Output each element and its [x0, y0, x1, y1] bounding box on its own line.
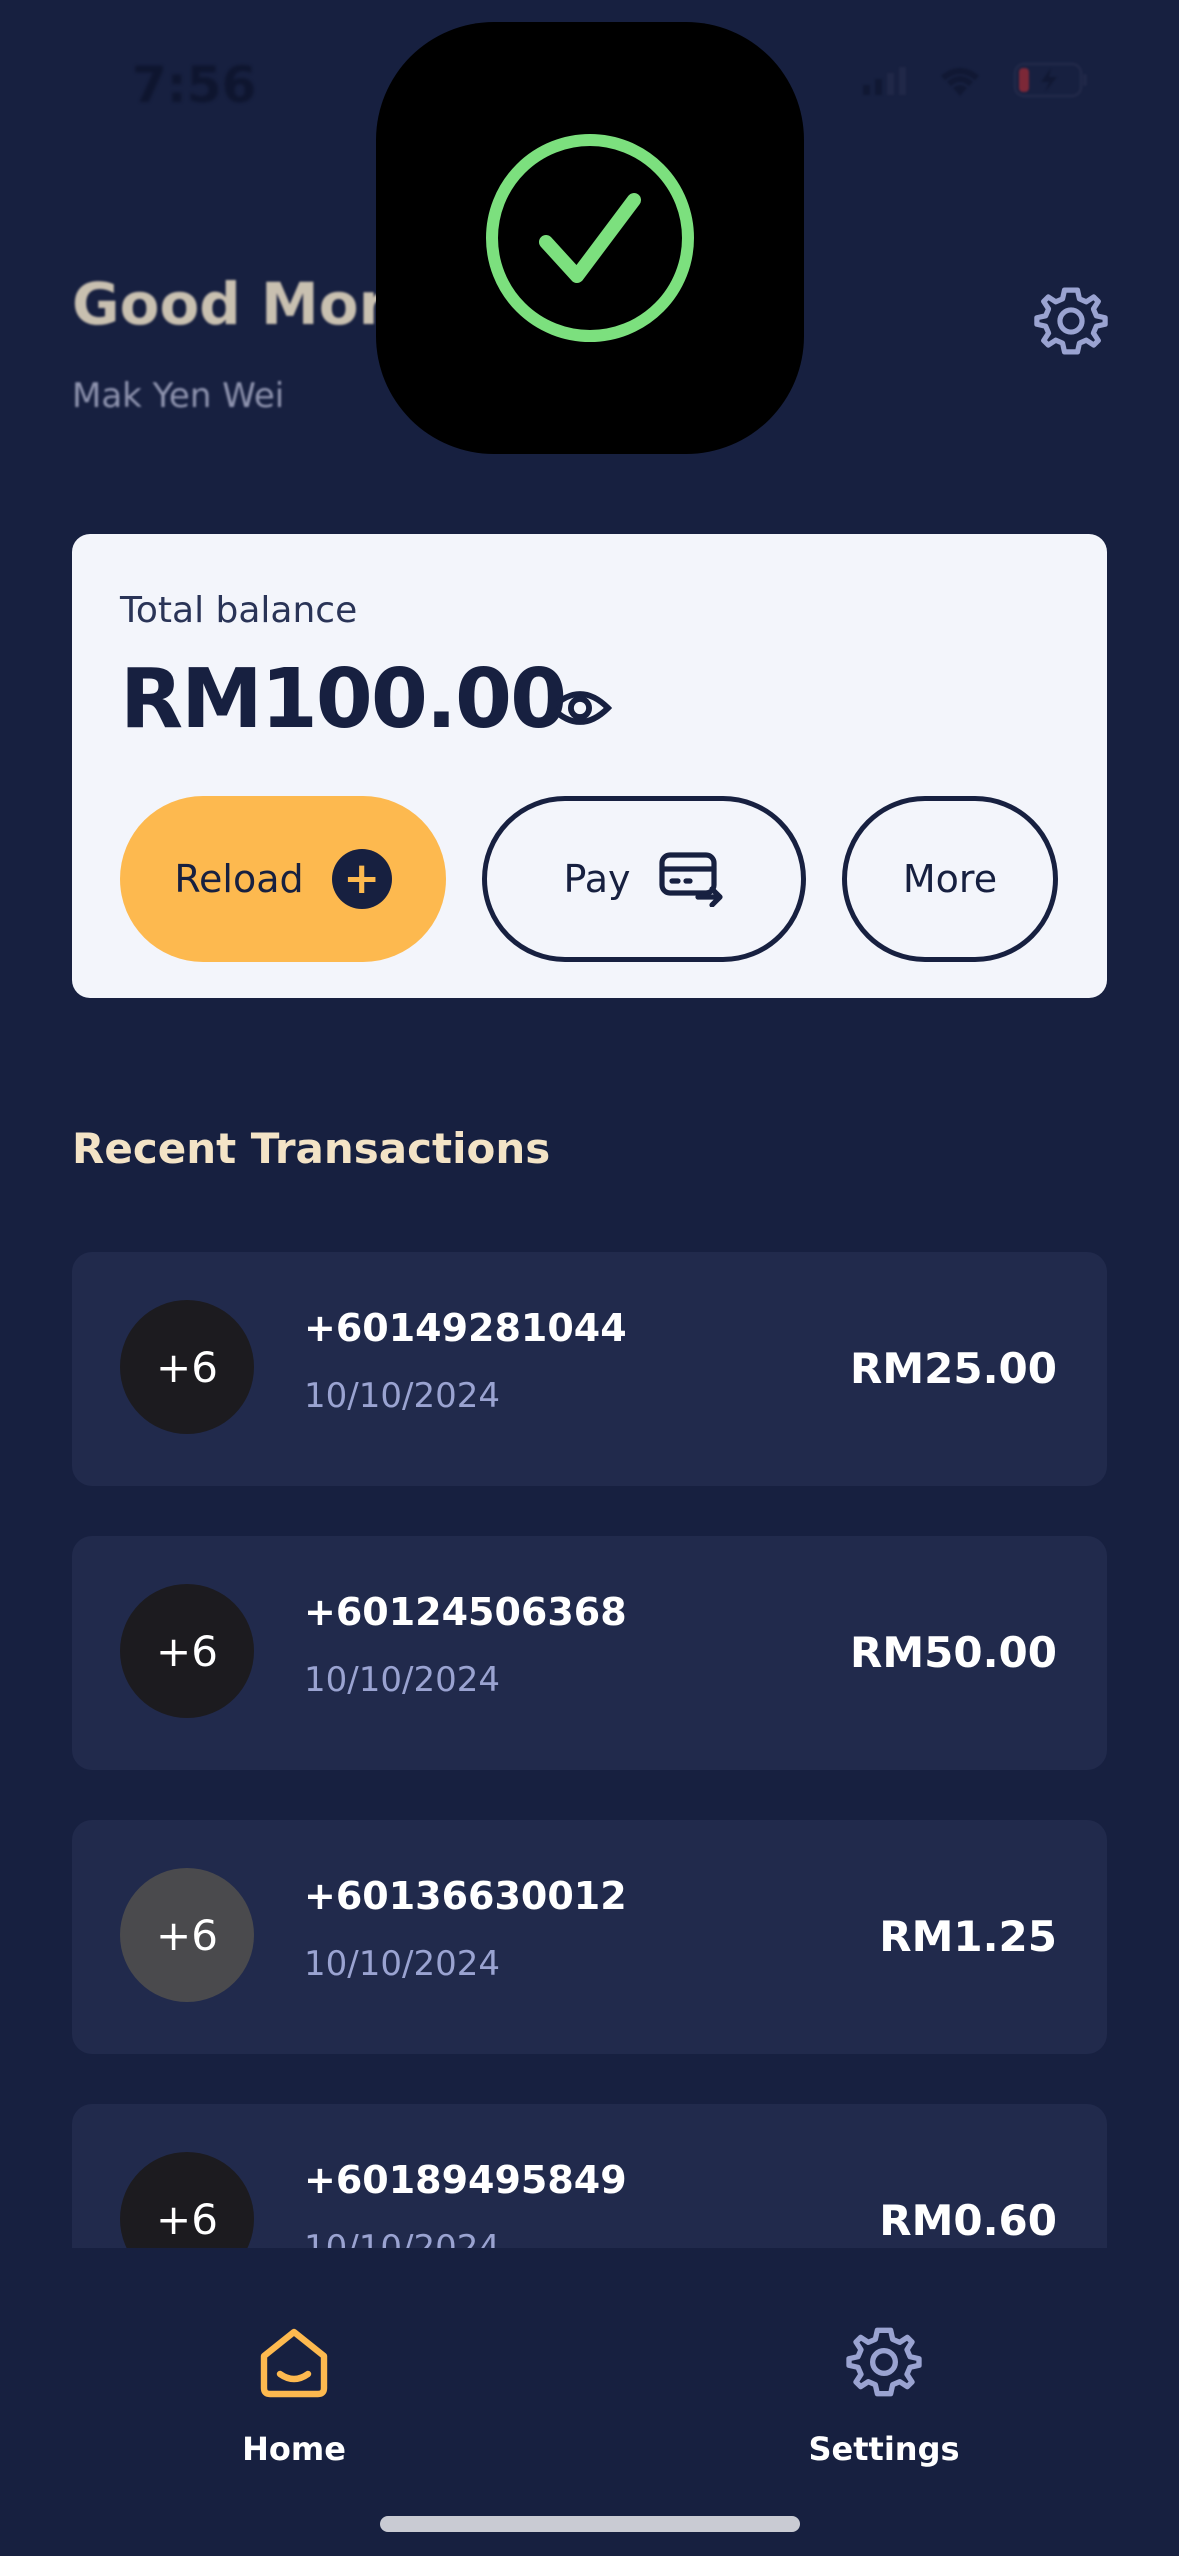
signal-icon — [863, 67, 906, 95]
balance-card: Total balance RM100.00 Reload + Pay More — [72, 534, 1107, 998]
avatar: +6 — [120, 1868, 254, 2002]
transaction-amount: RM50.00 — [850, 1628, 1057, 1677]
transaction-row[interactable]: +6 +60189495849 10/10/2024 RM0.60 — [72, 2104, 1107, 2248]
transaction-date: 10/10/2024 — [304, 1376, 500, 1416]
transaction-date: 10/10/2024 — [304, 1944, 500, 1984]
transaction-phone: +60136630012 — [304, 1874, 627, 1918]
reload-label: Reload — [174, 857, 304, 901]
user-name: Mak Yen Wei — [72, 376, 285, 416]
transaction-phone: +60124506368 — [304, 1590, 627, 1634]
transactions-list[interactable]: +6 +60149281044 10/10/2024 RM25.00 +6 +6… — [0, 1252, 1179, 2248]
transaction-amount: RM0.60 — [879, 2196, 1057, 2245]
balance-amount: RM100.00 — [120, 652, 567, 747]
bottom-nav: Home Settings — [0, 2248, 1179, 2556]
success-toast — [376, 22, 804, 454]
transaction-row[interactable]: +6 +60136630012 10/10/2024 RM1.25 — [72, 1820, 1107, 2054]
transaction-amount: RM1.25 — [879, 1912, 1057, 1961]
status-icons — [863, 62, 1089, 98]
tab-settings-label: Settings — [808, 2430, 960, 2468]
avatar: +6 — [120, 2152, 254, 2248]
pay-label: Pay — [563, 857, 631, 901]
recent-transactions-title: Recent Transactions — [72, 1124, 551, 1173]
tab-home[interactable]: Home — [184, 2322, 404, 2468]
more-button[interactable]: More — [842, 796, 1058, 962]
transaction-phone: +60189495849 — [304, 2158, 627, 2202]
transaction-date: 10/10/2024 — [304, 2228, 500, 2248]
gear-icon[interactable] — [1032, 282, 1110, 360]
more-label: More — [902, 857, 998, 901]
gear-icon — [846, 2327, 922, 2397]
avatar: +6 — [120, 1584, 254, 1718]
status-time: 7:56 — [132, 56, 257, 114]
reload-button[interactable]: Reload + — [120, 796, 446, 962]
eye-icon[interactable] — [548, 676, 612, 740]
checkmark-circle-icon — [486, 134, 694, 342]
tab-settings[interactable]: Settings — [774, 2322, 994, 2468]
home-indicator — [380, 2516, 800, 2532]
transaction-amount: RM25.00 — [850, 1344, 1057, 1393]
tab-home-label: Home — [242, 2430, 346, 2468]
battery-icon — [1013, 62, 1087, 98]
plus-icon: + — [331, 849, 392, 909]
pay-button[interactable]: Pay — [482, 796, 806, 962]
transaction-date: 10/10/2024 — [304, 1660, 500, 1700]
wifi-icon — [941, 68, 979, 96]
avatar: +6 — [120, 1300, 254, 1434]
balance-label: Total balance — [120, 590, 358, 631]
card-transfer-icon — [659, 852, 724, 907]
home-icon — [260, 2328, 328, 2398]
transaction-phone: +60149281044 — [304, 1306, 627, 1350]
transaction-row[interactable]: +6 +60124506368 10/10/2024 RM50.00 — [72, 1536, 1107, 1770]
transaction-row[interactable]: +6 +60149281044 10/10/2024 RM25.00 — [72, 1252, 1107, 1486]
